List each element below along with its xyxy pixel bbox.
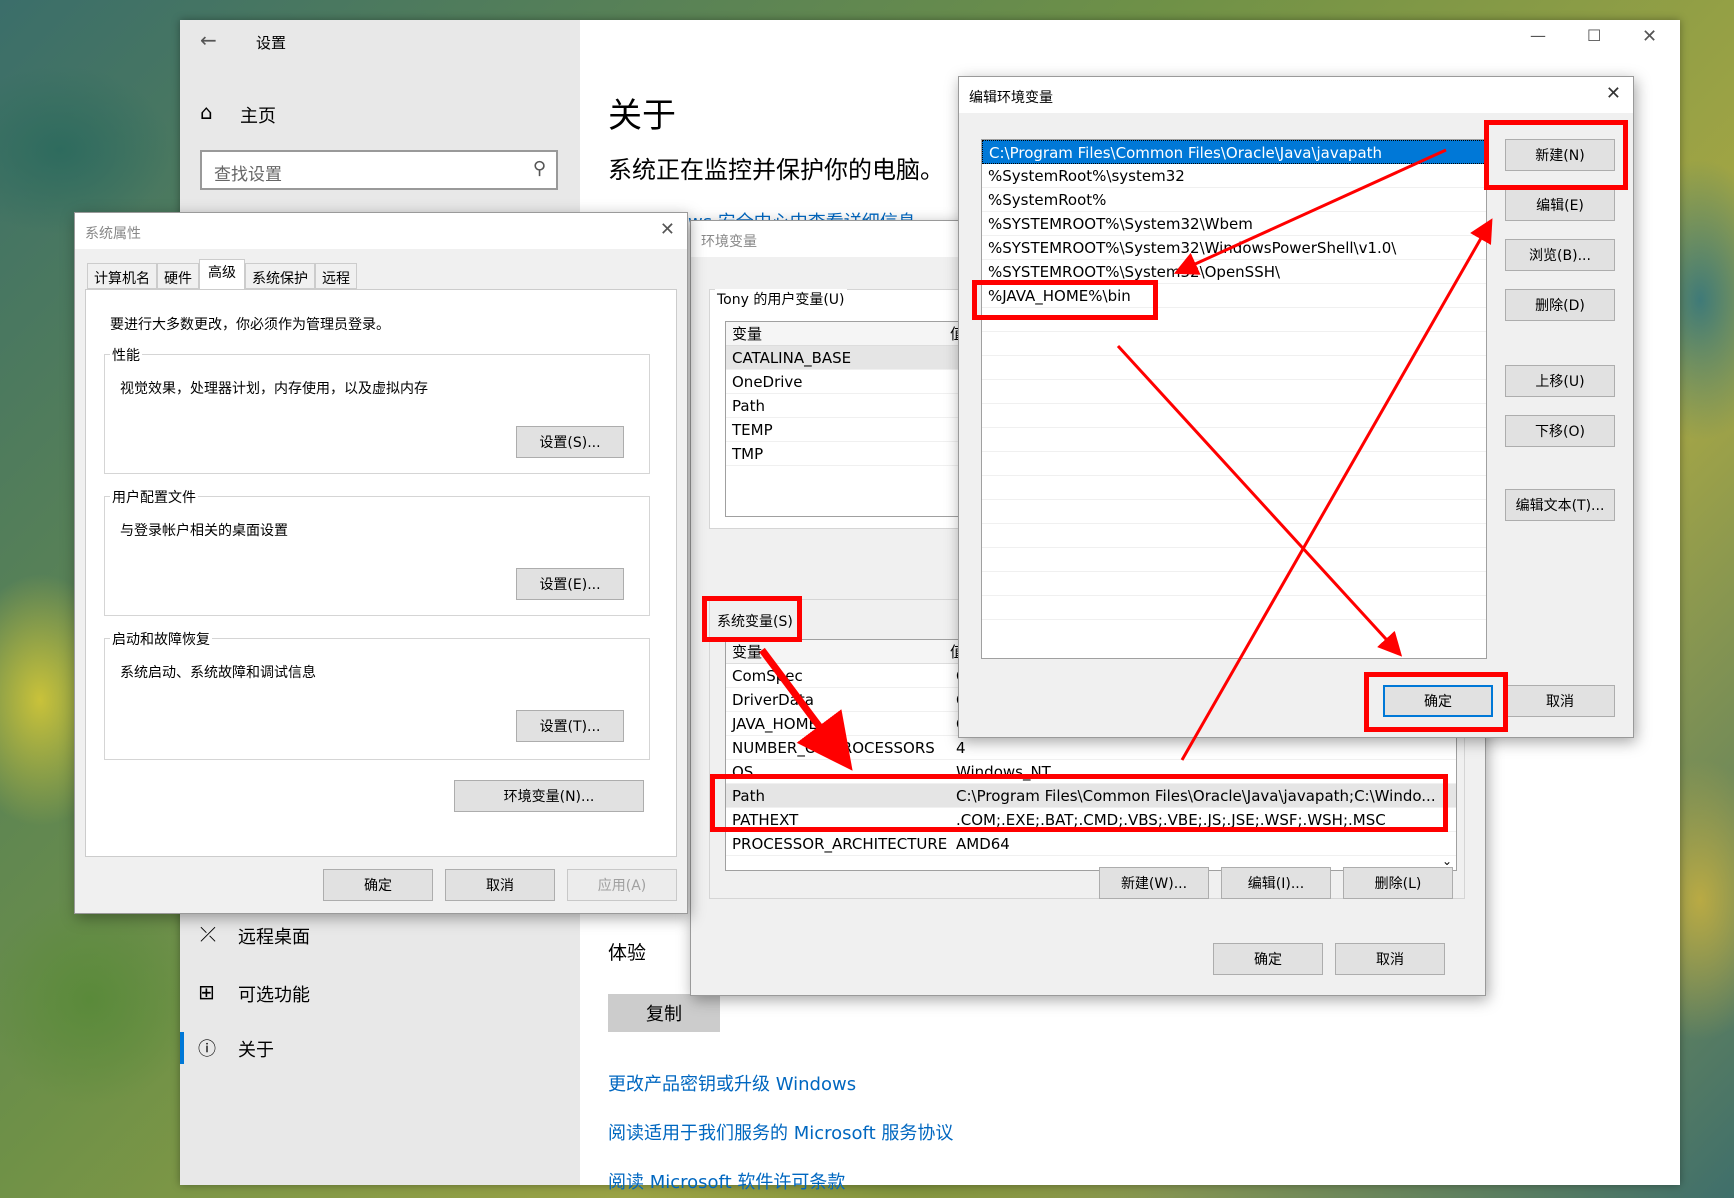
var-name: PROCESSOR_ARCHITECTURE	[732, 835, 948, 853]
new-system-var-button[interactable]: 新建(W)...	[1099, 867, 1209, 899]
search-icon[interactable]: ⚲	[533, 158, 546, 179]
service-agreement-link[interactable]: 阅读适用于我们服务的 Microsoft 服务协议	[608, 1119, 953, 1145]
home-icon: ⌂	[200, 100, 213, 124]
nav-remote-desktop[interactable]: 远程桌面	[238, 923, 310, 949]
delete-system-var-button[interactable]: 删除(L)	[1343, 867, 1453, 899]
optional-features-icon: ⊞	[198, 980, 215, 1004]
browse-button[interactable]: 浏览(B)...	[1505, 239, 1615, 271]
performance-desc: 视觉效果，处理器计划，内存使用，以及虚拟内存	[120, 381, 428, 397]
table-row[interactable]: PROCESSOR_ARCHITECTURE AMD64	[726, 832, 1456, 856]
annotation-box-new	[1484, 120, 1628, 190]
var-name: ComSpec	[732, 667, 803, 685]
path-entry[interactable]: %SYSTEMROOT%\System32\WindowsPowerShell\…	[982, 236, 1486, 260]
close-icon[interactable]: ✕	[1642, 26, 1657, 47]
system-properties-dialog: 系统属性 ✕ 计算机名 硬件 高级 系统保护 远程 要进行大多数更改，你必须作为…	[74, 212, 688, 914]
page-subtitle: 系统正在监控并保护你的电脑。	[608, 156, 944, 184]
search-input[interactable]: 查找设置	[214, 160, 282, 185]
nav-about[interactable]: 关于	[238, 1036, 274, 1062]
user-vars-label: Tony 的用户变量(U)	[715, 289, 847, 309]
nav-optional-features[interactable]: 可选功能	[238, 981, 310, 1007]
advanced-tab-panel: 要进行大多数更改，你必须作为管理员登录。 性能 视觉效果，处理器计划，内存使用，…	[85, 289, 677, 857]
cancel-button[interactable]: 取消	[1335, 943, 1445, 975]
apply-button[interactable]: 应用(A)	[567, 869, 677, 901]
delete-entry-button[interactable]: 删除(D)	[1505, 289, 1615, 321]
page-title: 关于	[608, 96, 676, 136]
path-entry[interactable]: %SYSTEMROOT%\System32\Wbem	[982, 212, 1486, 236]
startup-recovery-label: 启动和故障恢复	[110, 629, 212, 649]
copy-button[interactable]: 复制	[608, 994, 720, 1032]
column-header-variable[interactable]: 变量	[732, 643, 762, 661]
ok-button[interactable]: 确定	[1213, 943, 1323, 975]
move-up-button[interactable]: 上移(U)	[1505, 365, 1615, 397]
path-entries-list[interactable]: C:\Program Files\Common Files\Oracle\Jav…	[981, 139, 1487, 659]
maximize-icon[interactable]: ☐	[1587, 26, 1601, 45]
tab-strip: 计算机名 硬件 高级 系统保护 远程	[87, 259, 357, 289]
close-icon[interactable]: ✕	[1606, 83, 1621, 104]
startup-recovery-desc: 系统启动、系统故障和调试信息	[120, 665, 316, 681]
path-entry[interactable]: %SystemRoot%	[982, 188, 1486, 212]
column-header-variable[interactable]: 变量	[732, 325, 762, 343]
info-icon: ⓘ	[198, 1039, 216, 1060]
edit-system-var-button[interactable]: 编辑(I)...	[1221, 867, 1331, 899]
license-terms-link[interactable]: 阅读 Microsoft 软件许可条款	[608, 1168, 845, 1194]
home-nav[interactable]: 主页	[240, 102, 276, 128]
minimize-icon[interactable]: —	[1530, 26, 1546, 45]
remote-desktop-icon: ⤫	[200, 922, 216, 946]
var-name: NUMBER_OF_PROCESSORS	[732, 739, 935, 757]
var-value: 4	[956, 739, 966, 757]
var-name: JAVA_HOME	[732, 715, 819, 733]
system-properties-title: 系统属性	[75, 213, 687, 249]
scroll-down-icon[interactable]: ⌄	[1442, 854, 1452, 868]
move-down-button[interactable]: 下移(O)	[1505, 415, 1615, 447]
window-title: 设置	[256, 34, 287, 52]
admin-note: 要进行大多数更改，你必须作为管理员登录。	[110, 317, 390, 333]
experience-label: 体验	[608, 942, 647, 964]
annotation-box-system-vars	[702, 596, 802, 642]
path-entry[interactable]: %SystemRoot%\system32	[982, 164, 1486, 188]
edit-text-button[interactable]: 编辑文本(T)...	[1505, 489, 1615, 521]
tab-system-protection[interactable]: 系统保护	[245, 263, 315, 289]
close-icon[interactable]: ✕	[660, 219, 675, 240]
tab-advanced[interactable]: 高级	[199, 259, 245, 289]
tab-hardware[interactable]: 硬件	[157, 263, 199, 289]
search-box[interactable]: 查找设置 ⚲	[200, 150, 558, 190]
edit-entry-button[interactable]: 编辑(E)	[1505, 189, 1615, 221]
table-row[interactable]: NUMBER_OF_PROCESSORS 4	[726, 736, 1456, 760]
path-entry-selected[interactable]: C:\Program Files\Common Files\Oracle\Jav…	[982, 140, 1486, 164]
var-value: AMD64	[956, 835, 1010, 853]
var-name: DriverData	[732, 691, 814, 709]
ok-button[interactable]: 确定	[323, 869, 433, 901]
upgrade-link[interactable]: 更改产品密钥或升级 Windows	[608, 1070, 856, 1096]
startup-recovery-settings-button[interactable]: 设置(T)...	[516, 710, 624, 742]
annotation-box-path-row	[710, 774, 1448, 832]
back-arrow-icon[interactable]: ←	[200, 28, 217, 52]
edit-env-var-title: 编辑环境变量	[959, 77, 1633, 113]
user-profile-label: 用户配置文件	[110, 487, 198, 507]
cancel-button[interactable]: 取消	[1505, 685, 1615, 717]
annotation-box-java-home	[972, 280, 1158, 320]
tab-remote[interactable]: 远程	[315, 263, 357, 289]
annotation-box-ok	[1364, 672, 1508, 732]
environment-variables-button[interactable]: 环境变量(N)...	[454, 780, 644, 812]
user-profile-desc: 与登录帐户相关的桌面设置	[120, 523, 288, 539]
performance-settings-button[interactable]: 设置(S)...	[516, 426, 624, 458]
performance-label: 性能	[110, 345, 142, 365]
user-profile-settings-button[interactable]: 设置(E)...	[516, 568, 624, 600]
cancel-button[interactable]: 取消	[445, 869, 555, 901]
active-indicator	[180, 1032, 184, 1064]
tab-computer-name[interactable]: 计算机名	[87, 263, 157, 289]
